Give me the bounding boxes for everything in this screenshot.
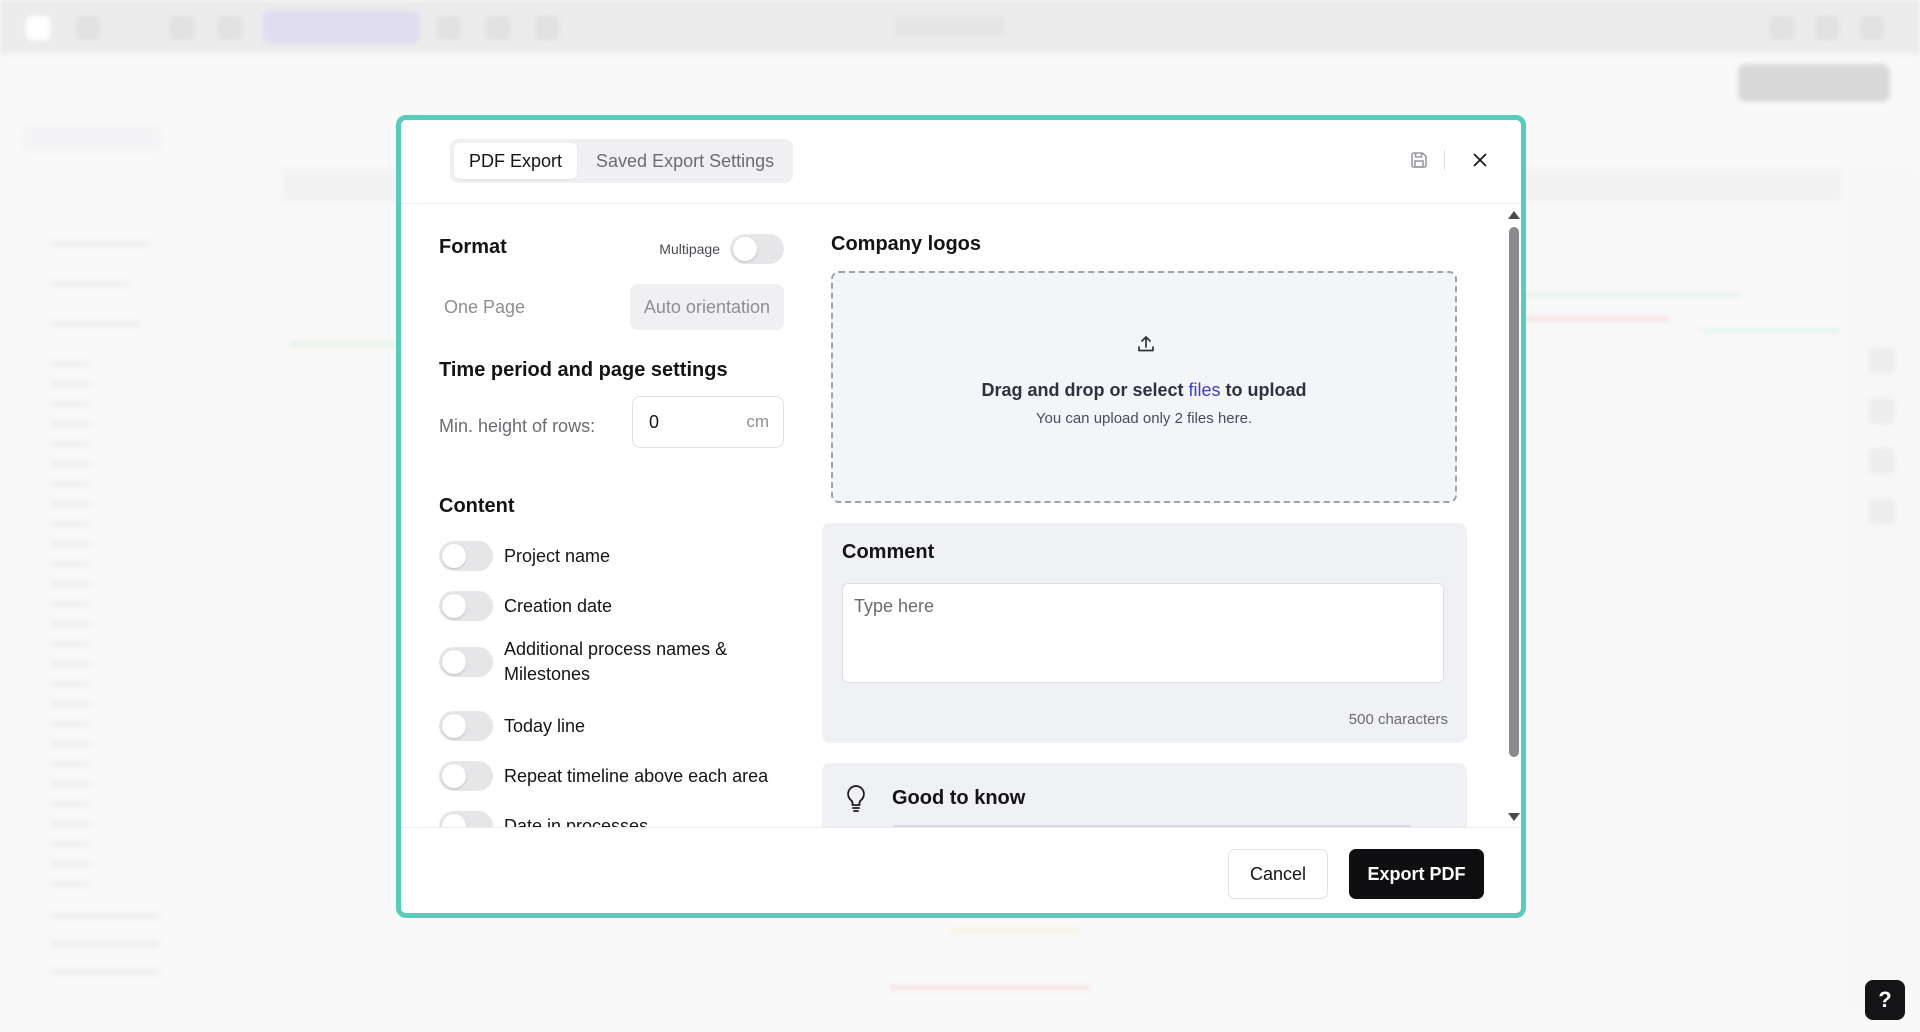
content-option-creation-date[interactable]: Creation date [439, 591, 612, 621]
header-divider [1444, 150, 1445, 170]
content-option-label: Additional process names & Milestones [504, 639, 728, 684]
toggle-switch[interactable] [439, 647, 493, 677]
close-icon[interactable] [1468, 148, 1492, 172]
dropzone-text-before: Drag and drop or select [981, 380, 1189, 400]
min-height-label: Min. height of rows: [439, 416, 596, 436]
dialog-footer: Cancel Export PDF [401, 827, 1521, 913]
company-logos-title: Company logos [831, 233, 982, 255]
content-option-date-in-processes[interactable]: Date in processes [439, 811, 648, 827]
dropzone-text-after: to upload [1220, 380, 1307, 400]
content-option-label: Project name [504, 545, 611, 566]
format-row: Format Multipage [439, 233, 784, 265]
option-one-page[interactable]: One Page [439, 284, 539, 330]
content-option-label: Date in processes [504, 815, 649, 828]
comment-title: Comment [842, 541, 935, 563]
dialog-body: Format Multipage One Page Auto orientati… [401, 205, 1521, 827]
multipage-label: Multipage [659, 241, 720, 257]
content-option-project-name[interactable]: Project name [439, 541, 610, 571]
orientation-selector: One Page Auto orientation [439, 284, 784, 330]
toggle-switch[interactable] [439, 591, 493, 621]
good-to-know-title: Good to know [892, 787, 1026, 809]
time-period-title: Time period and page settings [439, 359, 728, 381]
content-option-label: Today line [504, 715, 586, 736]
help-label: ? [1878, 987, 1892, 1012]
dialog-header: PDF Export Saved Export Settings [401, 120, 1521, 204]
export-pdf-button[interactable]: Export PDF [1349, 849, 1484, 899]
toggle-switch[interactable] [439, 761, 493, 791]
dropzone-hint: You can upload only 2 files here. [1035, 410, 1253, 427]
content-option-label: Repeat timeline above each area [504, 765, 769, 786]
dialog-scrollbar[interactable] [1505, 205, 1521, 827]
content-option-today-line[interactable]: Today line [439, 711, 585, 741]
comment-card: Comment 500 characters [822, 523, 1467, 743]
multipage-toggle[interactable] [730, 234, 784, 264]
logo-dropzone[interactable]: Drag and drop or select files to upload … [831, 271, 1457, 503]
upload-icon [1138, 336, 1154, 352]
toggle-switch[interactable] [439, 811, 493, 827]
min-height-field[interactable]: cm [632, 396, 784, 448]
save-icon[interactable] [1407, 148, 1431, 172]
dropzone-instructions: Drag and drop or select files to upload [833, 380, 1455, 401]
lightbulb-icon [847, 785, 865, 812]
content-title: Content [439, 495, 515, 517]
min-height-input[interactable] [649, 411, 729, 433]
scroll-down-arrow-icon[interactable] [1508, 813, 1520, 821]
content-option-additional-process-names[interactable]: Additional process names & Milestones [439, 637, 784, 687]
tab-pdf-export[interactable]: PDF Export [454, 143, 578, 179]
toggle-switch[interactable] [439, 711, 493, 741]
select-files-link[interactable]: files [1189, 380, 1221, 400]
toggle-switch[interactable] [439, 541, 493, 571]
comment-textarea[interactable] [842, 583, 1444, 683]
tab-saved-export-settings[interactable]: Saved Export Settings [581, 143, 789, 179]
scroll-up-arrow-icon[interactable] [1508, 211, 1520, 219]
good-to-know-card: Good to know [822, 763, 1467, 827]
dialog-tabs: PDF Export Saved Export Settings [450, 139, 794, 183]
content-option-label: Creation date [504, 595, 613, 616]
format-title: Format [439, 236, 507, 258]
comment-char-limit: 500 characters [1348, 711, 1448, 728]
pdf-export-dialog: PDF Export Saved Export Settings Format … [396, 115, 1526, 918]
content-option-repeat-timeline[interactable]: Repeat timeline above each area [439, 761, 789, 791]
min-height-unit: cm [746, 412, 769, 431]
scroll-thumb[interactable] [1509, 227, 1519, 757]
help-button[interactable]: ? [1865, 980, 1905, 1020]
option-auto-orientation[interactable]: Auto orientation [629, 284, 784, 330]
cancel-button[interactable]: Cancel [1228, 849, 1328, 899]
